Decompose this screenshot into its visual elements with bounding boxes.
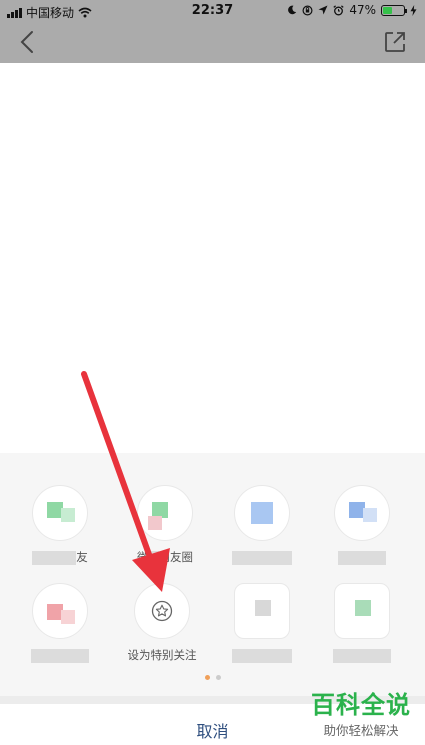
share-option-label (20, 647, 100, 663)
lock-rotation-icon (302, 4, 313, 16)
page-content (0, 63, 425, 453)
star-icon (151, 600, 173, 622)
share-option-label (222, 647, 302, 663)
share-option[interactable] (222, 583, 302, 663)
blurred-icon (255, 600, 271, 616)
moon-icon (288, 5, 297, 15)
alarm-icon (333, 4, 344, 15)
blurred-icon (251, 502, 273, 524)
location-icon (318, 5, 328, 15)
page-dot (215, 675, 221, 680)
charging-icon (410, 4, 417, 16)
share-option-icon (334, 583, 390, 639)
chevron-left-icon[interactable] (14, 28, 42, 56)
battery-icon (381, 4, 407, 16)
share-option[interactable] (322, 485, 402, 565)
battery-percent: 47% (349, 3, 376, 17)
status-bar: 中国移动 22:37 47% (0, 0, 425, 22)
share-option-label: 友 (20, 549, 100, 565)
share-option[interactable]: 友 (20, 485, 100, 565)
watermark-subtitle: 助你轻松解决 (323, 723, 399, 738)
share-option-icon (234, 583, 290, 639)
nav-bar (0, 22, 425, 63)
share-option-label (322, 549, 402, 565)
special-follow-button[interactable]: 设为特别关注 (122, 583, 202, 663)
share-option-label (322, 647, 402, 663)
share-option-icon (32, 583, 88, 639)
page-dot-active (204, 675, 210, 680)
share-option-label: 微朋友圈 (137, 550, 193, 565)
page-indicator (0, 675, 425, 680)
special-follow-icon-circle (134, 583, 190, 639)
watermark-title: 百科全说 (311, 691, 411, 719)
share-option[interactable] (322, 583, 402, 663)
share-option-icon (137, 485, 193, 541)
special-follow-label: 设为特别关注 (127, 648, 197, 662)
share-option-label (222, 549, 302, 565)
status-right: 47% (287, 3, 417, 17)
blurred-icon (355, 600, 371, 616)
battery-level (383, 6, 393, 14)
share-option-icon (334, 485, 390, 541)
share-option[interactable] (222, 485, 302, 565)
share-option[interactable] (20, 583, 100, 663)
external-link-icon[interactable] (383, 30, 407, 54)
share-option-icon (234, 485, 290, 541)
share-option-moments[interactable]: 微朋友圈 (125, 485, 205, 565)
share-option-icon (32, 485, 88, 541)
watermark-logo: 百科全说 助你轻松解决 (311, 685, 411, 739)
